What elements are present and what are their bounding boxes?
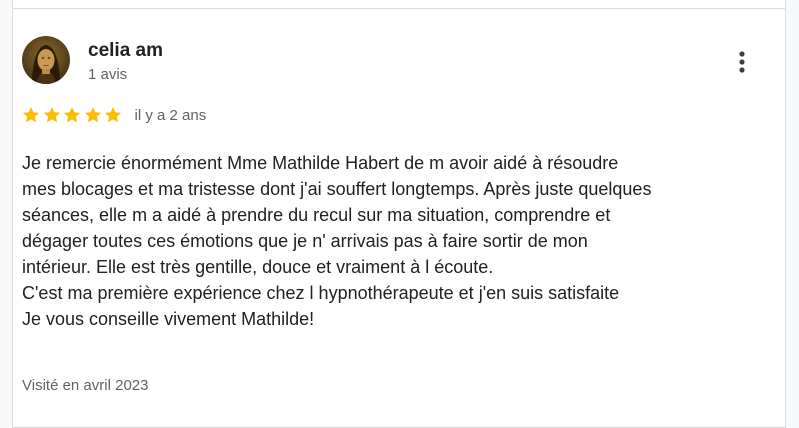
review-text-line: séances, elle m a aidé à prendre du recu… [22,205,611,225]
rating-row: il y a 2 ans [21,104,206,126]
visited-date: Visité en avril 2023 [22,377,149,394]
review-date: il y a 2 ans [134,106,207,124]
review-text-line: intérieur. Elle est très gentille, douce… [22,257,494,277]
star-icon [22,107,40,123]
review-text-line: C'est ma première expérience chez l hypn… [22,283,620,303]
review-text-line: Je vous conseille vivement Mathilde! [22,309,315,329]
card-top-edge [12,0,786,8]
star-icon [63,107,81,123]
author-name[interactable]: celia am [88,40,163,62]
review-text: Je remercie énormément Mme Mathilde Habe… [22,150,762,332]
mona-lisa-avatar-icon [22,36,70,84]
star-icon [104,107,122,123]
star-icon [43,107,60,123]
author-review-count: 1 avis [88,66,128,83]
star-icon [84,107,101,123]
review-text-line: mes blocages et ma tristesse dont j'ai s… [22,179,652,199]
review-text-line: dégager toutes ces émotions que je n' ar… [22,231,588,251]
avatar[interactable] [22,36,70,84]
star-rating [21,105,124,125]
more-vert-icon [739,51,745,73]
more-options-button[interactable] [726,46,758,78]
review-text-line: Je remercie énormément Mme Mathilde Habe… [22,153,619,173]
